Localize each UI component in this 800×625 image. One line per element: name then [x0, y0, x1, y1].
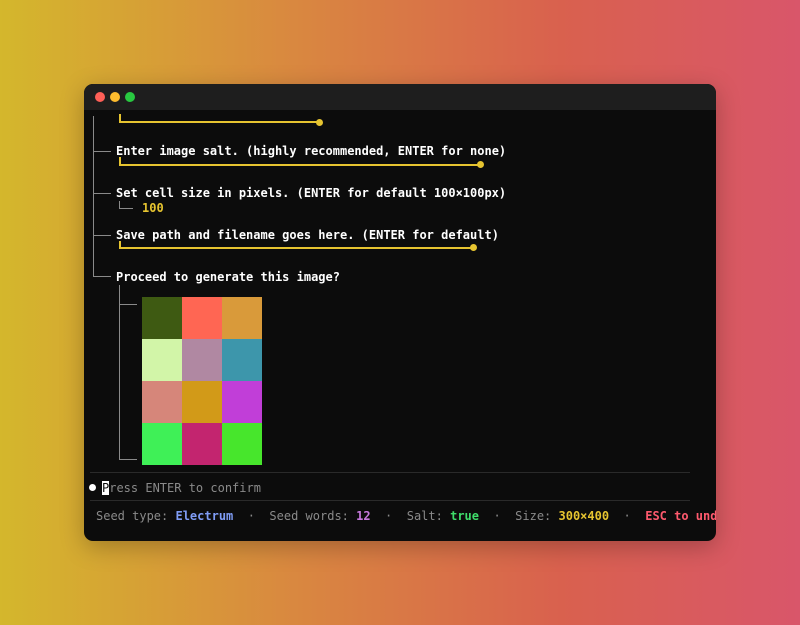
preview-cell — [182, 423, 222, 465]
close-button[interactable] — [95, 92, 105, 102]
tree-branch — [93, 193, 111, 194]
separator: · — [493, 509, 501, 523]
preview-bracket-top — [119, 304, 137, 305]
cell-size-value-branch-h — [119, 208, 133, 209]
step-save-path-label: Save path and filename goes here. (ENTER… — [116, 228, 499, 242]
preview-cell — [142, 423, 182, 465]
step-salt-label: Enter image salt. (highly recommended, E… — [116, 144, 507, 158]
preview-cell — [182, 297, 222, 339]
input-underline — [119, 121, 319, 123]
image-preview-grid — [142, 297, 263, 467]
preview-cell — [222, 423, 262, 465]
title-bar — [84, 84, 716, 110]
preview-bracket — [119, 285, 120, 460]
preview-cell — [182, 339, 222, 381]
preview-cell — [142, 297, 182, 339]
separator: · — [247, 509, 255, 523]
path-input-underline[interactable] — [119, 247, 473, 249]
seed-type-label: Seed type: — [96, 509, 169, 523]
minimize-button[interactable] — [110, 92, 120, 102]
separator: · — [385, 509, 393, 523]
seed-words-label: Seed words: — [269, 509, 349, 523]
salt-value: true — [450, 509, 479, 523]
salt-label: Salt: — [406, 509, 443, 523]
preview-bracket-bottom — [119, 459, 137, 460]
tree-branch — [93, 151, 111, 152]
undo-hint[interactable]: ESC to undo — [645, 509, 716, 523]
preview-cell — [222, 381, 262, 423]
preview-cell — [182, 381, 222, 423]
prompt-bullet-icon — [89, 484, 96, 491]
terminal-window: Enter image salt. (highly recommended, E… — [84, 84, 716, 541]
size-value: 300×400 — [558, 509, 610, 523]
separator: · — [623, 509, 631, 523]
preview-cell — [142, 339, 182, 381]
step-cell-size-label: Set cell size in pixels. (ENTER for defa… — [116, 186, 507, 200]
divider — [90, 500, 690, 501]
prompt-text: ress ENTER to confirm — [109, 481, 261, 495]
seed-words-value: 12 — [356, 509, 371, 523]
seed-type-value: Electrum — [175, 509, 234, 523]
tree-trunk-line — [93, 116, 94, 276]
cell-size-value: 100 — [142, 201, 164, 215]
tree-branch — [93, 235, 111, 236]
tree-branch — [93, 276, 111, 277]
status-bar: Seed type: Electrum · Seed words: 12 · S… — [96, 509, 716, 523]
divider — [90, 472, 690, 473]
preview-cell — [222, 297, 262, 339]
preview-cell — [142, 381, 182, 423]
step-proceed-label: Proceed to generate this image? — [116, 270, 340, 284]
path-input-end-dot — [470, 244, 477, 251]
maximize-button[interactable] — [125, 92, 135, 102]
confirm-prompt[interactable]: Press ENTER to confirm — [89, 481, 261, 495]
salt-input-end-dot — [477, 161, 484, 168]
size-label: Size: — [515, 509, 552, 523]
input-end-dot — [316, 119, 323, 126]
salt-input-underline[interactable] — [119, 164, 479, 166]
preview-cell — [222, 339, 262, 381]
